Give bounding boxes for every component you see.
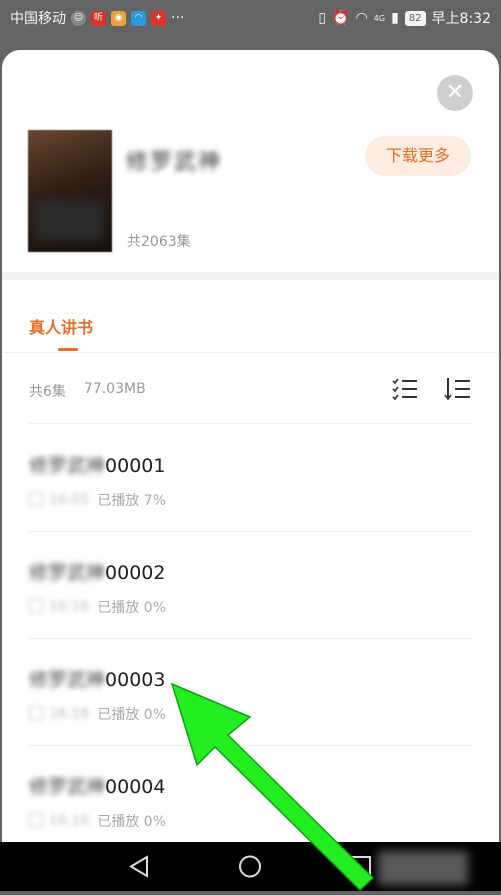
battery-level: 82 [404,10,426,26]
multi-select-button[interactable] [391,376,419,402]
episode-meta: 16:16 已播放 0% [29,597,166,617]
home-icon [239,855,261,878]
list-divider [29,745,473,746]
episode-item-1[interactable]: 修罗武神00001 [29,451,165,478]
episode-name: 修罗武神 [29,562,106,584]
home-button[interactable] [230,842,270,891]
played-progress: 已播放 0% [97,814,167,830]
back-button[interactable] [119,842,159,891]
alarm-icon: ⏰ [332,10,350,26]
multi-select-icon [392,378,417,401]
episode-item-4[interactable]: 修罗武神00004 [29,772,165,799]
episode-item-2[interactable]: 修罗武神00002 [29,558,165,585]
total-size: 77.03MB [83,381,146,397]
played-progress: 已播放 0% [97,600,167,616]
recents-button[interactable] [341,842,381,891]
sort-icon [444,378,470,401]
wifi-icon: ◠ [355,10,368,26]
section-gap [2,272,499,280]
episode-meta: 16:16 已播放 0% [29,811,166,831]
episode-summary: 共6集 77.03MB [29,381,146,401]
tab-divider [2,352,499,353]
download-more-button[interactable]: 下载更多 [365,136,471,176]
back-icon [129,855,148,878]
list-divider [29,531,473,532]
episode-meta: 16:05 已播放 7% [29,490,166,510]
episode-number: 00002 [105,562,166,584]
clock: 早上8:32 [431,11,491,27]
app-icon-red: ✦ [151,10,166,26]
vibrate-icon: ▯ [318,10,327,26]
episode-item-3[interactable]: 修罗武神00003 [29,665,165,692]
episode-name: 修罗武神 [29,455,106,477]
app-icon-orange: ◉ [111,10,126,26]
episode-duration: 16:16 [29,813,89,829]
list-divider [29,638,473,639]
signal-icon: ▮ [391,10,399,26]
tab-real-person[interactable]: 真人讲书 [29,314,93,338]
status-left: 中国移动 ☺ 听 ◉ ◠ ✦ ··· [10,8,184,28]
close-icon: ✕ [445,80,465,105]
episode-duration: 16:16 [29,706,89,722]
episode-name: 修罗武神 [29,776,106,798]
app-badge-ting: 听 [91,10,106,26]
download-sheet: ✕ 修罗武神 共2063集 下载更多 真人讲书 共6集 77.03MB 修罗武神… [2,50,499,842]
episode-number: 00003 [105,669,166,691]
close-button[interactable]: ✕ [437,75,473,111]
episode-total: 共2063集 [127,234,191,250]
redacted-area [378,851,468,885]
played-progress: 已播放 7% [97,493,167,509]
episode-count: 共6集 [29,384,66,400]
episode-duration: 16:16 [29,599,89,615]
episode-meta: 16:16 已播放 0% [29,704,166,724]
book-cover [28,130,112,252]
episode-name: 修罗武神 [29,669,106,691]
played-progress: 已播放 0% [97,707,167,723]
status-right: ▯ ⏰ ◠ 4G ▮ 82 早上8:32 [318,8,491,28]
sort-button[interactable] [444,376,472,402]
episode-duration: 16:05 [29,492,89,508]
network-type: 4G [373,13,386,23]
tab-active-indicator [58,348,78,351]
book-title: 修罗武神 [126,150,223,175]
more-notifications: ··· [171,10,185,26]
app-icon-blue: ◠ [131,10,146,26]
notification-icon: ☺ [71,10,86,26]
list-divider [29,423,473,424]
status-bar: 中国移动 ☺ 听 ◉ ◠ ✦ ··· ▯ ⏰ ◠ 4G ▮ 82 早上8:32 [0,0,501,36]
recents-icon [351,856,371,876]
episode-number: 00001 [105,455,166,477]
carrier-name: 中国移动 [10,11,66,27]
episode-number: 00004 [105,776,166,798]
